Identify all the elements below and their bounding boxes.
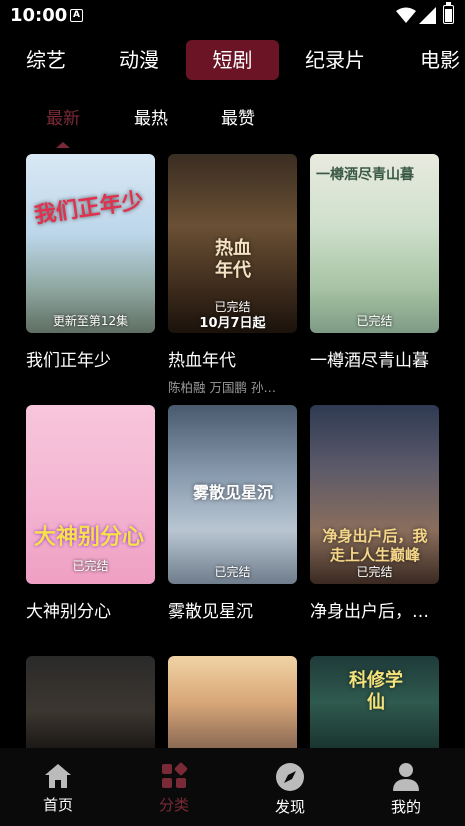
- drama-card[interactable]: 我们正年少 更新至第12集 我们正年少: [26, 154, 155, 371]
- card-title[interactable]: 热血年代: [168, 346, 297, 371]
- nav-discover[interactable]: 发现: [260, 762, 320, 817]
- poster-image[interactable]: 净身出户后，我走上人生巅峰 已完结: [310, 405, 439, 584]
- drama-card[interactable]: [168, 656, 297, 748]
- poster-title-art: 净身出户后，我走上人生巅峰: [322, 527, 428, 564]
- bottom-nav: 首页 分类 发现 我的: [0, 748, 465, 826]
- poster-image[interactable]: [26, 656, 155, 748]
- card-title[interactable]: 净身出户后，…: [310, 597, 439, 622]
- nav-home[interactable]: 首页: [28, 762, 88, 815]
- nav-label: 我的: [390, 798, 421, 816]
- tab-hottest[interactable]: 最热: [134, 104, 168, 129]
- drama-card[interactable]: 净身出户后，我走上人生巅峰 已完结 净身出户后，…: [310, 405, 439, 622]
- battery-icon: [443, 2, 454, 24]
- nav-profile[interactable]: 我的: [376, 762, 436, 817]
- episode-status: 已完结: [356, 314, 393, 328]
- wifi-icon: [396, 7, 416, 23]
- nav-category[interactable]: 分类: [144, 762, 204, 815]
- poster-title-art: 一樽酒尽青山暮: [316, 167, 414, 183]
- poster-image[interactable]: 雾散见星沉 已完结: [168, 405, 297, 584]
- user-icon: [393, 763, 419, 791]
- active-tab-indicator: [56, 142, 70, 148]
- drama-card[interactable]: [26, 656, 155, 748]
- poster-image[interactable]: 大神别分心 已完结: [26, 405, 155, 584]
- nav-label: 分类: [158, 796, 189, 814]
- poster-title-art: 雾散见星沉: [192, 483, 273, 502]
- status-bar: 10:00 A: [0, 0, 465, 34]
- drama-card[interactable]: 大神别分心 已完结 大神别分心: [26, 405, 155, 622]
- poster-image[interactable]: 热血年代 10月7日起 已完结: [168, 154, 297, 333]
- poster-title-art: 热血年代: [215, 238, 251, 281]
- poster-title-art: 大神别分心: [34, 525, 145, 550]
- card-title[interactable]: 雾散见星沉: [168, 597, 297, 622]
- episode-status: 已完结: [356, 565, 393, 579]
- poster-image[interactable]: 一樽酒尽青山暮 已完结: [310, 154, 439, 333]
- drama-card[interactable]: 雾散见星沉 已完结 雾散见星沉: [168, 405, 297, 622]
- signal-icon: [419, 7, 436, 24]
- poster-title-art: 我们正年少: [32, 188, 146, 229]
- nav-label: 首页: [42, 796, 73, 814]
- tab-movie[interactable]: 电影: [396, 40, 465, 80]
- episode-status: 更新至第12集: [52, 314, 129, 328]
- poster-image[interactable]: 我们正年少 更新至第12集: [26, 154, 155, 333]
- tab-short-drama[interactable]: 短剧: [186, 40, 279, 80]
- poster-image[interactable]: 科修学仙: [310, 656, 439, 748]
- poster-title-art: 科修学仙: [349, 670, 403, 713]
- status-time: 10:00: [10, 5, 68, 26]
- cast-list: 陈柏融 万国鹏 孙…: [168, 380, 276, 395]
- episode-status: 已完结: [214, 300, 251, 314]
- compass-icon: [276, 763, 304, 791]
- tab-most-liked[interactable]: 最赞: [221, 104, 255, 129]
- drama-card[interactable]: 热血年代 10月7日起 已完结 热血年代 陈柏融 万国鹏 孙…: [168, 154, 297, 396]
- tab-anime[interactable]: 动漫: [95, 40, 183, 80]
- tab-latest[interactable]: 最新: [46, 104, 80, 129]
- poster-image[interactable]: [168, 656, 297, 748]
- sort-tabs: 最新 最热 最赞: [0, 104, 465, 148]
- home-icon: [45, 764, 71, 788]
- notification-icon: A: [70, 9, 83, 22]
- drama-card[interactable]: 科修学仙: [310, 656, 439, 748]
- episode-status: 已完结: [72, 559, 109, 573]
- card-title[interactable]: 大神别分心: [26, 597, 155, 622]
- nav-label: 发现: [274, 798, 305, 816]
- episode-status: 已完结: [214, 565, 251, 579]
- tab-documentary[interactable]: 纪录片: [281, 40, 389, 80]
- drama-card[interactable]: 一樽酒尽青山暮 已完结 一樽酒尽青山暮: [310, 154, 439, 371]
- tab-variety[interactable]: 综艺: [2, 40, 90, 80]
- category-tabs: 综艺 动漫 短剧 纪录片 电影: [0, 40, 465, 80]
- card-title[interactable]: 我们正年少: [26, 346, 155, 371]
- category-icon: [162, 762, 188, 788]
- card-title[interactable]: 一樽酒尽青山暮: [310, 346, 439, 371]
